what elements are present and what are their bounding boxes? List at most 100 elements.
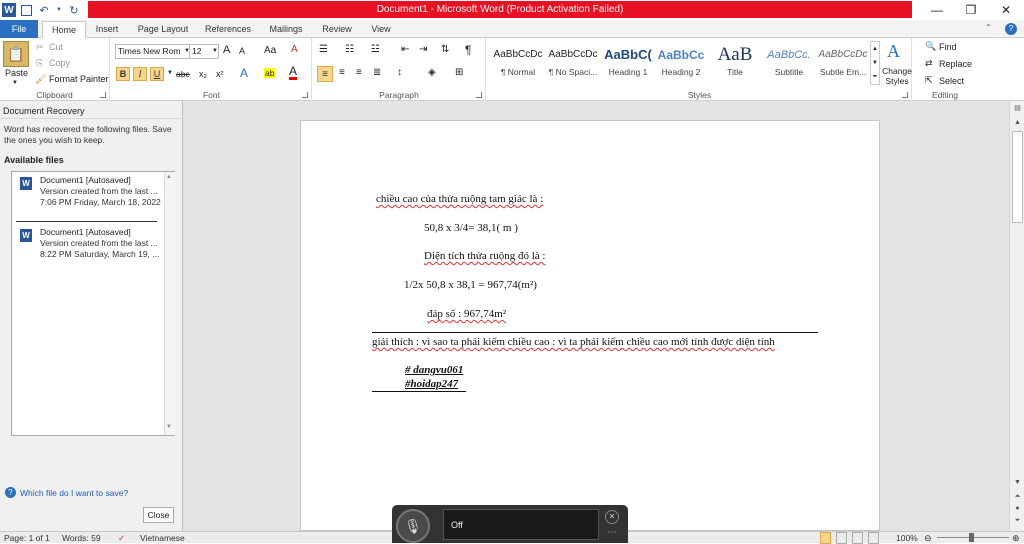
next-page-icon[interactable]: ⏷ [1011,515,1024,527]
multilevel-list-icon[interactable]: ☳ [371,44,380,55]
scroll-down-icon[interactable]: ▼ [166,424,172,430]
clear-formatting-icon[interactable]: A [291,44,298,55]
full-screen-reading-icon[interactable] [836,532,847,544]
copy-icon[interactable]: ⎘ [36,58,43,69]
change-styles-icon[interactable]: A [887,41,900,62]
font-family-select[interactable]: Times New Rom [115,44,190,59]
which-file-help-link[interactable]: Which file do I want to save? [20,488,128,498]
select-button[interactable]: Select [939,76,964,86]
minimize-button[interactable]: — [920,0,954,20]
undo-icon[interactable]: ↶ [37,3,51,17]
web-layout-icon[interactable] [852,532,863,544]
print-layout-icon[interactable] [820,532,831,544]
font-color-icon[interactable]: A [289,65,298,80]
dropdown-arrow-icon[interactable]: ▼ [56,3,62,17]
tab-view[interactable]: View [364,21,398,38]
word-app-icon[interactable]: W [2,3,16,17]
style-title[interactable]: AaB Title [708,43,762,83]
zoom-out-icon[interactable]: ⊖ [924,532,932,544]
close-window-button[interactable]: ✕ [989,0,1023,20]
format-painter-icon[interactable]: 🖌 [35,74,46,85]
find-button[interactable]: Find [939,42,957,52]
options-icon[interactable]: ⋯ [605,527,619,539]
replace-icon[interactable]: ⇄ [925,58,933,69]
tab-references[interactable]: References [200,21,256,38]
list-item[interactable]: W Document1 [Autosaved] Version created … [12,224,162,274]
select-icon[interactable]: ⇱ [925,75,933,86]
replace-button[interactable]: Replace [939,59,972,69]
vertical-scrollbar[interactable]: ▤ ▲ ▼ ⏶ ● ⏷ [1009,101,1024,531]
zoom-level[interactable]: 100% [896,532,918,544]
tab-review[interactable]: Review [318,21,356,38]
style-no-spacing[interactable]: AaBbCcDc ¶ No Spaci... [546,43,600,83]
document-page[interactable]: chiều cao của thửa ruộng tam giác là : 5… [300,120,880,531]
list-item[interactable]: W Document1 [Autosaved] Version created … [12,172,162,222]
change-case-icon[interactable]: Aa [264,45,276,56]
align-right-icon[interactable]: ≡ [356,67,362,78]
redo-icon[interactable]: ↻ [67,3,81,17]
shrink-font-icon[interactable]: A [239,46,245,56]
text-effects-icon[interactable]: A [240,66,248,80]
paste-button[interactable]: Paste [5,68,28,78]
style-subtle-emphasis[interactable]: AaBbCcDc Subtle Em... [816,43,870,83]
styles-launcher-icon[interactable] [902,92,908,98]
decrease-indent-icon[interactable]: ⇤ [401,44,409,55]
font-size-dropdown-icon[interactable]: ▼ [212,48,218,54]
previous-page-icon[interactable]: ⏶ [1011,491,1024,503]
paragraph-launcher-icon[interactable] [476,92,482,98]
superscript-button[interactable]: x² [216,69,224,79]
change-styles-button[interactable]: Change Styles [882,66,912,86]
paste-dropdown-icon[interactable]: ▼ [12,80,18,86]
justify-icon[interactable]: ≣ [373,67,381,78]
cut-button[interactable]: Cut [49,42,63,52]
tab-page-layout[interactable]: Page Layout [134,21,192,38]
find-icon[interactable]: 🔍 [925,41,936,52]
tab-home[interactable]: Home [42,21,86,39]
underline-button[interactable]: U [150,67,164,81]
file-list-scrollbar[interactable]: ▲ ▼ [164,172,175,435]
help-question-icon[interactable]: ? [5,487,16,498]
increase-indent-icon[interactable]: ⇥ [419,44,427,55]
format-painter-button[interactable]: Format Painter [49,74,109,84]
close-pane-button[interactable]: Close [143,507,174,523]
numbering-icon[interactable]: ☷ [345,44,354,55]
language-indicator[interactable]: Vietnamese [140,532,185,544]
style-heading-2[interactable]: AaBbCc Heading 2 [654,43,708,83]
zoom-slider-thumb[interactable] [969,533,974,542]
cut-icon[interactable]: ✂ [36,42,44,53]
clipboard-launcher-icon[interactable] [100,92,106,98]
show-hide-icon[interactable]: ¶ [465,43,471,57]
scroll-down-icon[interactable]: ▼ [1011,477,1024,489]
word-count[interactable]: Words: 59 [62,532,101,544]
borders-icon[interactable]: ⊞ [455,67,463,78]
outline-icon[interactable] [868,532,879,544]
paste-icon[interactable]: 📋 [3,41,29,67]
scroll-up-icon[interactable]: ▲ [1011,117,1024,129]
browse-object-icon[interactable]: ● [1011,503,1024,515]
page-count[interactable]: Page: 1 of 1 [4,532,50,544]
style-subtitle[interactable]: AaBbCc. Subtitle [762,43,816,83]
subscript-button[interactable]: x₂ [199,69,207,79]
zoom-in-icon[interactable]: ⊕ [1012,532,1020,544]
copy-button[interactable]: Copy [49,58,70,68]
close-icon[interactable]: ✕ [605,510,619,524]
microphone-icon[interactable]: 🎙 [396,509,430,543]
highlight-icon[interactable]: ab [264,68,276,78]
shading-icon[interactable]: ◈ [428,67,436,78]
align-left-icon[interactable]: ≡ [317,66,333,82]
bold-button[interactable]: B [116,67,130,81]
bullets-icon[interactable]: ☰ [319,44,328,55]
style-heading-1[interactable]: AaBbC(Heading 1 [601,43,655,83]
ribbon-minimize-icon[interactable]: ⌃ [985,23,997,35]
align-center-icon[interactable]: ≡ [339,67,345,78]
grow-font-icon[interactable]: A [223,44,230,56]
proofing-icon[interactable]: ✓ [118,532,125,544]
save-icon[interactable] [21,4,32,16]
sort-icon[interactable]: ⇅ [441,44,449,55]
font-launcher-icon[interactable] [302,92,308,98]
help-icon[interactable]: ? [1005,23,1017,35]
styles-scroll-icon[interactable]: ▲ ▼ ⏷ [870,41,880,85]
line-spacing-icon[interactable]: ↕ [397,67,402,78]
strikethrough-button[interactable]: abc [176,69,190,79]
tab-mailings[interactable]: Mailings [264,21,308,38]
